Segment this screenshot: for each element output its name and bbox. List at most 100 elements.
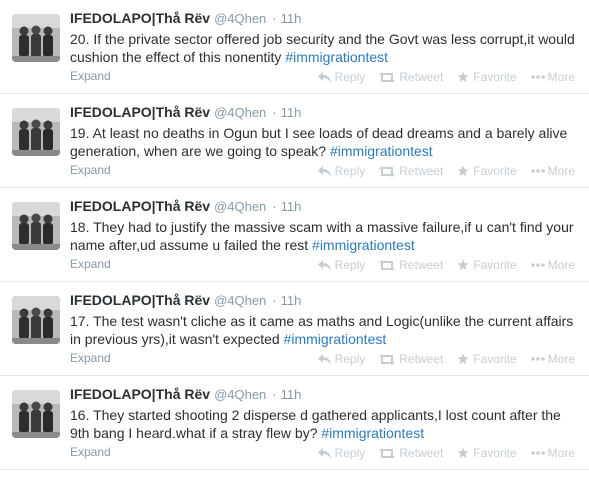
- expand-link[interactable]: Expand: [70, 257, 111, 271]
- retweet-button[interactable]: Retweet: [379, 164, 443, 178]
- reply-icon: [317, 447, 331, 459]
- tweet[interactable]: IFEDOLAPO|Thå Rëv @4Qhen 11h 18. They had …: [0, 188, 589, 282]
- reply-label: Reply: [334, 164, 366, 178]
- timeline: IFEDOLAPO|Thå Rëv @4Qhen 11h 20. If the pr…: [0, 0, 589, 470]
- tweet-text: 20. If the private sector offered job se…: [70, 30, 580, 66]
- retweet-button[interactable]: Retweet: [379, 446, 443, 460]
- more-label: More: [547, 352, 575, 366]
- tweet-header: IFEDOLAPO|Thå Rëv @4Qhen 11h: [70, 292, 301, 308]
- timestamp[interactable]: 11h: [272, 387, 301, 402]
- more-button[interactable]: More: [530, 164, 575, 178]
- avatar[interactable]: [12, 108, 60, 156]
- reply-button[interactable]: Reply: [317, 352, 366, 366]
- retweet-label: Retweet: [399, 446, 444, 460]
- author-handle[interactable]: @4Qhen: [214, 11, 266, 26]
- timestamp[interactable]: 11h: [272, 11, 301, 26]
- retweet-label: Retweet: [399, 258, 444, 272]
- favorite-button[interactable]: Favorite: [457, 164, 517, 178]
- tweet-header: IFEDOLAPO|Thå Rëv @4Qhen 11h: [70, 104, 301, 120]
- favorite-button[interactable]: Favorite: [457, 352, 517, 366]
- more-label: More: [547, 164, 575, 178]
- tweet-text: 17. The test wasn't cliche as it came as…: [70, 312, 580, 348]
- tweet[interactable]: IFEDOLAPO|Thå Rëv @4Qhen 11h 19. At least …: [0, 94, 589, 188]
- retweet-icon: [379, 447, 396, 459]
- expand-link[interactable]: Expand: [70, 69, 111, 83]
- avatar-photo-icon: [12, 390, 60, 438]
- hashtag-link[interactable]: #immigrationtest: [321, 425, 424, 441]
- retweet-label: Retweet: [399, 70, 444, 84]
- retweet-icon: [379, 353, 396, 365]
- author-name[interactable]: IFEDOLAPO|Thå Rëv: [70, 292, 210, 308]
- author-name[interactable]: IFEDOLAPO|Thå Rëv: [70, 386, 210, 402]
- reply-label: Reply: [334, 258, 366, 272]
- tweet-body: 16. They started shooting 2 disperse d g…: [70, 407, 561, 441]
- hashtag-link[interactable]: #immigrationtest: [285, 49, 388, 65]
- ellipsis-icon: [530, 75, 545, 79]
- tweet[interactable]: IFEDOLAPO|Thå Rëv @4Qhen 11h 17. The test …: [0, 282, 589, 376]
- avatar-photo-icon: [12, 14, 60, 62]
- reply-icon: [317, 165, 331, 177]
- author-handle[interactable]: @4Qhen: [214, 105, 266, 120]
- avatar-photo-icon: [12, 108, 60, 156]
- tweet[interactable]: IFEDOLAPO|Thå Rëv @4Qhen 11h 20. If the pr…: [0, 0, 589, 94]
- more-label: More: [547, 446, 575, 460]
- more-label: More: [547, 70, 575, 84]
- author-handle[interactable]: @4Qhen: [214, 199, 266, 214]
- author-name[interactable]: IFEDOLAPO|Thå Rëv: [70, 10, 210, 26]
- more-button[interactable]: More: [530, 446, 575, 460]
- avatar[interactable]: [12, 296, 60, 344]
- tweet[interactable]: IFEDOLAPO|Thå Rëv @4Qhen 11h 16. They star…: [0, 376, 589, 470]
- reply-button[interactable]: Reply: [317, 446, 366, 460]
- favorite-label: Favorite: [473, 352, 517, 366]
- retweet-label: Retweet: [399, 352, 444, 366]
- timestamp[interactable]: 11h: [272, 293, 301, 308]
- expand-link[interactable]: Expand: [70, 351, 111, 365]
- hashtag-link[interactable]: #immigrationtest: [312, 237, 415, 253]
- reply-label: Reply: [334, 352, 366, 366]
- more-button[interactable]: More: [530, 70, 575, 84]
- author-handle[interactable]: @4Qhen: [214, 293, 266, 308]
- avatar[interactable]: [12, 390, 60, 438]
- hashtag-link[interactable]: #immigrationtest: [330, 143, 433, 159]
- retweet-button[interactable]: Retweet: [379, 258, 443, 272]
- tweet-actions: Reply Retweet Favorite More: [317, 164, 575, 178]
- reply-button[interactable]: Reply: [317, 164, 366, 178]
- author-name[interactable]: IFEDOLAPO|Thå Rëv: [70, 198, 210, 214]
- favorite-button[interactable]: Favorite: [457, 70, 517, 84]
- ellipsis-icon: [530, 263, 545, 267]
- avatar[interactable]: [12, 202, 60, 250]
- retweet-button[interactable]: Retweet: [379, 352, 443, 366]
- reply-button[interactable]: Reply: [317, 70, 366, 84]
- star-icon: [457, 259, 469, 270]
- timestamp[interactable]: 11h: [272, 199, 301, 214]
- tweet-actions: Reply Retweet Favorite More: [317, 446, 575, 460]
- reply-label: Reply: [334, 446, 366, 460]
- reply-button[interactable]: Reply: [317, 258, 366, 272]
- tweet-text: 19. At least no deaths in Ogun but I see…: [70, 124, 580, 160]
- favorite-button[interactable]: Favorite: [457, 446, 517, 460]
- reply-icon: [317, 71, 331, 83]
- expand-link[interactable]: Expand: [70, 163, 111, 177]
- tweet-text: 16. They started shooting 2 disperse d g…: [70, 406, 580, 442]
- timestamp[interactable]: 11h: [272, 105, 301, 120]
- ellipsis-icon: [530, 357, 545, 361]
- ellipsis-icon: [530, 169, 545, 173]
- star-icon: [457, 165, 469, 176]
- author-name[interactable]: IFEDOLAPO|Thå Rëv: [70, 104, 210, 120]
- avatar[interactable]: [12, 14, 60, 62]
- more-button[interactable]: More: [530, 258, 575, 272]
- retweet-button[interactable]: Retweet: [379, 70, 443, 84]
- expand-link[interactable]: Expand: [70, 445, 111, 459]
- tweet-header: IFEDOLAPO|Thå Rëv @4Qhen 11h: [70, 386, 301, 402]
- star-icon: [457, 353, 469, 364]
- avatar-photo-icon: [12, 202, 60, 250]
- favorite-button[interactable]: Favorite: [457, 258, 517, 272]
- favorite-label: Favorite: [473, 164, 517, 178]
- reply-label: Reply: [334, 70, 366, 84]
- retweet-icon: [379, 71, 396, 83]
- more-button[interactable]: More: [530, 352, 575, 366]
- favorite-label: Favorite: [473, 446, 517, 460]
- more-label: More: [547, 258, 575, 272]
- hashtag-link[interactable]: #immigrationtest: [284, 331, 387, 347]
- author-handle[interactable]: @4Qhen: [214, 387, 266, 402]
